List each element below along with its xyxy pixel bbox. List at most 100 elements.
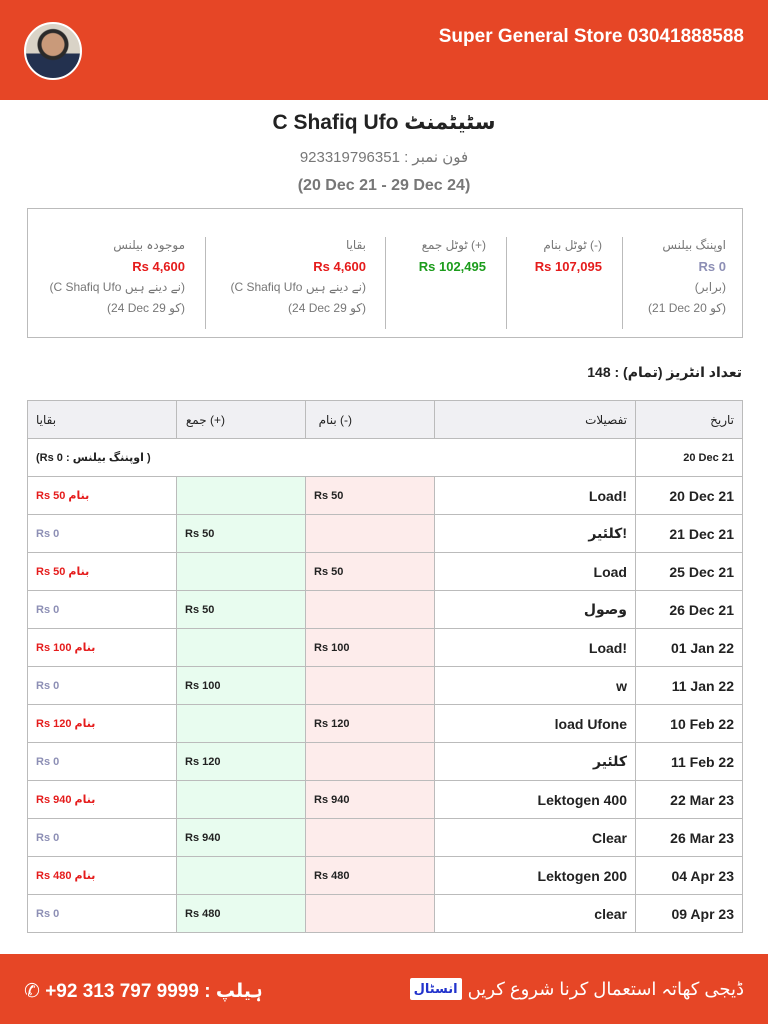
cell-date: 09 Apr 23 xyxy=(635,894,743,933)
cell-date: 10 Feb 22 xyxy=(635,704,743,743)
value: Rs 0 xyxy=(698,259,726,274)
cell-baqaya: Rs 50 بنام xyxy=(27,552,177,591)
table-row[interactable]: Rs 940 بنام Rs 940 Lektogen 400 22 Mar 23 xyxy=(27,780,743,819)
table-row[interactable]: Rs 100 بنام Rs 100 Load! 01 Jan 22 xyxy=(27,628,743,667)
cell-banam xyxy=(305,514,435,553)
baqaya: بقایا Rs 4,600 (C Shafiq Ufo نے دینے ہیں… xyxy=(230,235,366,319)
cell-banam xyxy=(305,818,435,857)
cell-date: 11 Feb 22 xyxy=(635,742,743,781)
cell-jama: Rs 940 xyxy=(176,818,306,857)
cell-details: Load! xyxy=(434,476,636,515)
opening-balance: اوپننگ بیلنس Rs 0 (برابر) (21 Dec کو 20) xyxy=(648,235,726,319)
help-text: +92 313 797 9999 : ہیلپ xyxy=(45,981,263,1002)
install-button[interactable]: انسٹال xyxy=(409,978,462,1000)
avatar xyxy=(24,22,82,80)
cell-baqaya: Rs 0 xyxy=(27,894,177,933)
table-row[interactable]: Rs 0 Rs 50 کلئیر! 21 Dec 21 xyxy=(27,514,743,553)
table-row[interactable]: Rs 50 بنام Rs 50 Load! 20 Dec 21 xyxy=(27,476,743,515)
value: Rs 4,600 xyxy=(313,259,366,274)
summary-box: اوپننگ بیلنس Rs 0 (برابر) (21 Dec کو 20)… xyxy=(27,208,743,338)
cell-banam: Rs 120 xyxy=(305,704,435,743)
promo: انسٹال ڈیجی کھاتہ استعمال کرنا شروع کریں xyxy=(409,978,744,1000)
cell-details: Load xyxy=(434,552,636,591)
note: (C Shafiq Ufo نے دینے ہیں) xyxy=(230,280,366,294)
divider xyxy=(385,237,386,329)
cell-banam: Rs 50 xyxy=(305,552,435,591)
current-balance: موجودہ بیلنس Rs 4,600 (C Shafiq Ufo نے د… xyxy=(49,235,185,319)
cell-jama: Rs 50 xyxy=(176,590,306,629)
phone-icon: ✆ xyxy=(24,981,40,1002)
cell-date: 04 Apr 23 xyxy=(635,856,743,895)
date: (24 Dec کو 29) xyxy=(107,301,185,315)
cell-jama xyxy=(176,704,306,743)
cell-jama: Rs 480 xyxy=(176,894,306,933)
table-row[interactable]: Rs 0 Rs 50 وصول 26 Dec 21 xyxy=(27,590,743,629)
cell-banam: Rs 480 xyxy=(305,856,435,895)
divider xyxy=(506,237,507,329)
cell-date: 26 Dec 21 xyxy=(635,590,743,629)
label: اوپننگ بیلنس xyxy=(662,238,726,252)
cell-date: 22 Mar 23 xyxy=(635,780,743,819)
table-row[interactable]: Rs 0 Rs 480 clear 09 Apr 23 xyxy=(27,894,743,933)
table-row[interactable]: Rs 0 Rs 120 کلئیر 11 Feb 22 xyxy=(27,742,743,781)
cell-details: clear xyxy=(434,894,636,933)
cell-details: Load! xyxy=(434,628,636,667)
table-row[interactable]: Rs 50 بنام Rs 50 Load 25 Dec 21 xyxy=(27,552,743,591)
phone-number: فون نمبر : 923319796351 xyxy=(299,149,469,166)
value: Rs 4,600 xyxy=(132,259,185,274)
cell-details: وصول xyxy=(434,590,636,629)
date-range: (20 Dec 21 - 29 Dec 24) xyxy=(297,177,471,194)
cell-date: 21 Dec 21 xyxy=(635,514,743,553)
cell-date: 01 Jan 22 xyxy=(635,628,743,667)
cell-banam: Rs 50 xyxy=(305,476,435,515)
header-jama: جمع (+) xyxy=(176,400,306,439)
cell-baqaya: Rs 120 بنام xyxy=(27,704,177,743)
divider xyxy=(622,237,623,329)
header-details: تفصیلات xyxy=(434,400,636,439)
cell-date: 20 Dec 21 xyxy=(635,476,743,515)
cell-baqaya: Rs 0 xyxy=(27,818,177,857)
cell-baqaya: Rs 480 بنام xyxy=(27,856,177,895)
cell-details: Clear xyxy=(434,818,636,857)
table-row[interactable]: Rs 120 بنام Rs 120 load Ufone 10 Feb 22 xyxy=(27,704,743,743)
cell-baqaya: Rs 0 xyxy=(27,514,177,553)
total-banam: ٹوٹل بنام (-) Rs 107,095 xyxy=(535,235,602,277)
header-baqaya: بقایا xyxy=(27,400,177,439)
table-row[interactable]: Rs 480 بنام Rs 480 Lektogen 200 04 Apr 23 xyxy=(27,856,743,895)
cell-banam: Rs 100 xyxy=(305,628,435,667)
table-row[interactable]: Rs 0 Rs 940 Clear 26 Mar 23 xyxy=(27,818,743,857)
promo-text: ڈیجی کھاتہ استعمال کرنا شروع کریں xyxy=(467,978,744,999)
cell-details: w xyxy=(434,666,636,705)
store-name: Super General Store 03041888588 xyxy=(438,26,744,47)
date: (24 Dec کو 29) xyxy=(288,301,366,315)
cell-jama xyxy=(176,552,306,591)
cell-baqaya: Rs 0 xyxy=(27,666,177,705)
label: بقایا xyxy=(345,238,366,252)
cell-date: 25 Dec 21 xyxy=(635,552,743,591)
cell-details: کلئیر xyxy=(434,742,636,781)
label: موجودہ بیلنس xyxy=(113,238,185,252)
cell-details: کلئیر! xyxy=(434,514,636,553)
table-row[interactable]: Rs 0 Rs 100 w 11 Jan 22 xyxy=(27,666,743,705)
opening-row: (Rs 0 : اوپننگ بیلنس ) 20 Dec 21 xyxy=(27,438,743,477)
cell-date: 11 Jan 22 xyxy=(635,666,743,705)
cell-banam xyxy=(305,894,435,933)
opening-date: 20 Dec 21 xyxy=(635,438,743,477)
cell-jama: Rs 100 xyxy=(176,666,306,705)
cell-jama xyxy=(176,476,306,515)
opening-text: (Rs 0 : اوپننگ بیلنس ) xyxy=(27,438,636,477)
cell-baqaya: Rs 940 بنام xyxy=(27,780,177,819)
cell-banam: Rs 940 xyxy=(305,780,435,819)
cell-baqaya: Rs 0 xyxy=(27,590,177,629)
cell-jama: Rs 50 xyxy=(176,514,306,553)
footer-bar: ✆ +92 313 797 9999 : ہیلپ انسٹال ڈیجی کھ… xyxy=(0,954,768,1024)
label: ٹوٹل بنام (-) xyxy=(543,238,602,252)
ledger-table: بقایا جمع (+) بنام (-) تفصیلات تاریخ (Rs… xyxy=(27,400,743,933)
value: Rs 107,095 xyxy=(534,259,602,274)
entries-count: تعداد انٹریز (تمام) : 148 xyxy=(587,364,742,380)
value: Rs 102,495 xyxy=(418,259,486,274)
cell-jama xyxy=(176,780,306,819)
date: (21 Dec کو 20) xyxy=(648,301,726,315)
help-line[interactable]: ✆ +92 313 797 9999 : ہیلپ xyxy=(24,980,263,1003)
label: ٹوٹل جمع (+) xyxy=(421,238,486,252)
